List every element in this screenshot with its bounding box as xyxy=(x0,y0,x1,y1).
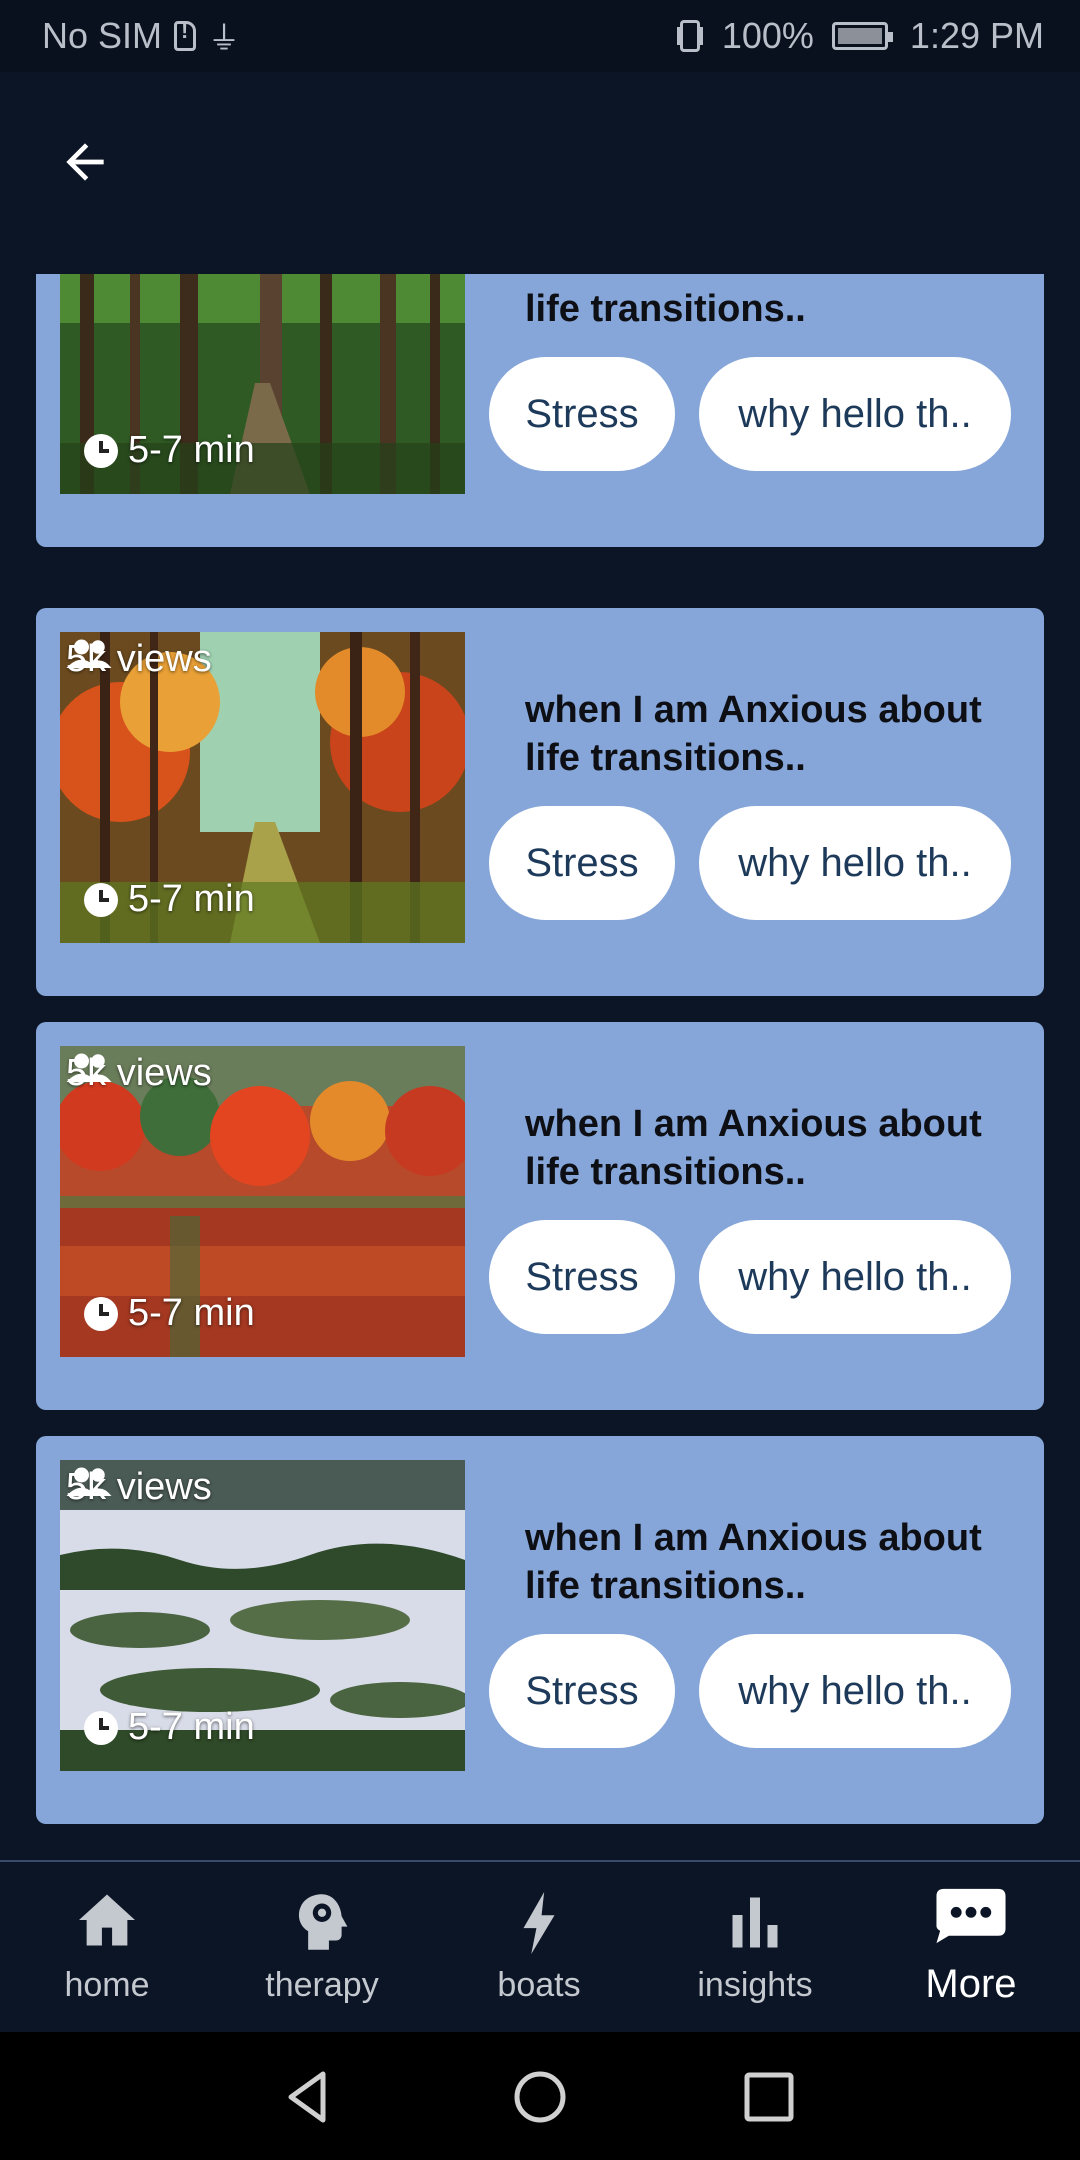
recents-square-icon[interactable] xyxy=(734,2062,804,2132)
tag-chip[interactable]: Stress xyxy=(489,1634,675,1748)
duration-text: 5-7 min xyxy=(128,429,255,471)
nav-label: therapy xyxy=(265,1966,379,2004)
usb-icon: ⏚ xyxy=(208,20,241,56)
nav-label: boats xyxy=(497,1966,581,2004)
head-gear-icon xyxy=(298,1894,348,1950)
session-card[interactable]: 5k views 5-7 min when I am Anxious about… xyxy=(36,608,1044,996)
session-title: when I am Anxious about life transitions… xyxy=(525,689,982,779)
session-title: when I am Anxious about life transitions… xyxy=(525,1517,982,1607)
people-icon xyxy=(66,639,112,668)
tag-chip[interactable]: why hello th.. xyxy=(699,1220,1011,1334)
tag-chip[interactable]: why hello th.. xyxy=(699,1634,1011,1748)
home-circle-icon[interactable] xyxy=(505,2062,575,2132)
battery-percent: 100% xyxy=(721,15,814,56)
tag-chip[interactable]: Stress xyxy=(489,357,675,471)
arrow-left-icon xyxy=(66,143,104,181)
clock-icon xyxy=(84,1710,118,1745)
duration-badge: 5-7 min xyxy=(84,1292,255,1335)
duration-badge: 5-7 min xyxy=(84,1706,255,1749)
duration-text: 5-7 min xyxy=(128,1292,255,1334)
tag-chip[interactable]: why hello th.. xyxy=(699,357,1011,471)
views-badge: 5k views xyxy=(66,1466,212,1509)
clock-icon xyxy=(84,433,118,468)
session-card[interactable]: 5-7 min when I am Anxious about life tra… xyxy=(36,274,1044,547)
session-feed[interactable]: 5-7 min when I am Anxious about life tra… xyxy=(0,274,1080,1860)
bolt-icon xyxy=(523,1892,555,1954)
vibrate-icon xyxy=(679,20,700,52)
nav-label: insights xyxy=(697,1966,813,2004)
duration-text: 5-7 min xyxy=(128,1706,255,1748)
status-left: No SIM ⏚ xyxy=(42,13,240,59)
nav-therapy[interactable]: therapy xyxy=(222,1862,422,2032)
nav-more[interactable]: More xyxy=(871,1862,1071,2032)
views-badge: 5k views xyxy=(66,638,212,681)
session-title: when I am Anxious about life transitions… xyxy=(525,1103,982,1193)
session-card[interactable]: 5k views 5-7 min when I am Anxious about… xyxy=(36,1436,1044,1824)
back-button[interactable] xyxy=(50,127,120,197)
system-navigation-bar xyxy=(0,2032,1080,2160)
carrier-text: No SIM xyxy=(42,15,163,56)
back-triangle-icon[interactable] xyxy=(273,2062,343,2132)
session-card[interactable]: 5k views 5-7 min when I am Anxious about… xyxy=(36,1022,1044,1410)
battery-icon xyxy=(831,22,893,50)
home-icon xyxy=(79,1894,135,1946)
tag-chip[interactable]: why hello th.. xyxy=(699,806,1011,920)
nav-label: More xyxy=(925,1962,1017,2006)
session-title: when I am Anxious about life transitions… xyxy=(525,274,982,330)
chat-dots-icon xyxy=(936,1888,1006,1944)
session-thumbnail: 5-7 min xyxy=(60,274,465,494)
tag-chip[interactable]: Stress xyxy=(489,806,675,920)
sim-alert-icon xyxy=(174,18,197,51)
clock-time: 1:29 PM xyxy=(909,15,1044,56)
people-icon xyxy=(66,1053,112,1082)
people-icon xyxy=(66,1467,112,1496)
nav-boats[interactable]: boats xyxy=(439,1862,639,2032)
status-right: 100% 1:29 PM xyxy=(670,15,1044,57)
nav-label: home xyxy=(64,1966,150,2004)
views-badge: 5k views xyxy=(66,1052,212,1095)
app-bar xyxy=(0,72,1080,274)
bar-chart-icon xyxy=(732,1897,778,1948)
clock-icon xyxy=(84,1296,118,1331)
status-bar: No SIM ⏚ 100% 1:29 PM xyxy=(0,0,1080,72)
nav-insights[interactable]: insights xyxy=(655,1862,855,2032)
duration-text: 5-7 min xyxy=(128,878,255,920)
duration-badge: 5-7 min xyxy=(84,429,255,472)
duration-badge: 5-7 min xyxy=(84,878,255,921)
session-thumbnail: 5k views 5-7 min xyxy=(60,1046,465,1357)
tag-chip[interactable]: Stress xyxy=(489,1220,675,1334)
session-thumbnail: 5k views 5-7 min xyxy=(60,1460,465,1771)
session-thumbnail: 5k views 5-7 min xyxy=(60,632,465,943)
nav-home[interactable]: home xyxy=(7,1862,207,2032)
clock-icon xyxy=(84,882,118,917)
bottom-navigation: home therapy boats insights More xyxy=(0,1860,1080,2032)
